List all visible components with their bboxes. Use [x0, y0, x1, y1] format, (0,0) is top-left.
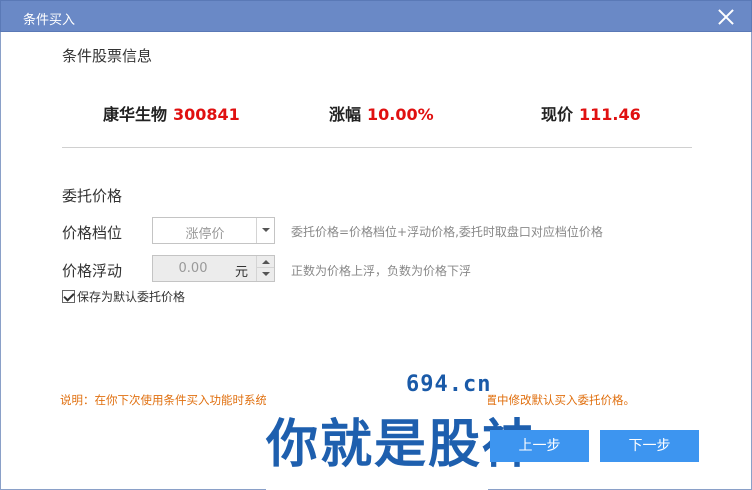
change-label: 涨幅 — [329, 105, 362, 124]
price-level-value: 涨停价 — [185, 227, 225, 242]
decrement-icon[interactable] — [257, 268, 274, 280]
order-price-heading: 委托价格 — [62, 187, 123, 205]
window-title: 条件买入 — [23, 13, 76, 28]
dropdown-button[interactable] — [256, 218, 274, 243]
price-value: 111.46 — [579, 105, 641, 124]
stock-change: 涨幅 10.00% — [329, 101, 434, 125]
change-value: 10.00% — [367, 105, 434, 124]
price-label: 现价 — [541, 105, 574, 124]
price-float-unit: 元 — [235, 265, 249, 280]
close-icon[interactable] — [715, 6, 737, 28]
stepper-buttons — [256, 256, 274, 281]
price-level-select[interactable]: 涨停价 — [152, 217, 275, 244]
title-bar: 条件买入 — [0, 0, 752, 32]
stock-price: 现价 111.46 — [541, 101, 641, 125]
price-level-label: 价格档位 — [62, 224, 123, 242]
prev-step-button[interactable]: 上一步 — [490, 430, 589, 462]
price-float-label: 价格浮动 — [62, 262, 123, 280]
stock-name: 康华生物 — [103, 105, 168, 124]
save-default-label: 保存为默认委托价格 — [77, 290, 186, 304]
price-float-hint: 正数为价格上浮，负数为价格下浮 — [291, 264, 472, 278]
chevron-down-icon — [262, 228, 270, 232]
price-float-value[interactable]: 0.00 — [153, 261, 233, 276]
divider — [62, 147, 692, 148]
next-step-button[interactable]: 下一步 — [600, 430, 699, 462]
save-default-checkbox[interactable] — [62, 290, 75, 303]
price-level-hint: 委托价格=价格档位+浮动价格,委托时取盘口对应档位价格 — [291, 225, 603, 239]
stock-name-code: 康华生物 300841 — [103, 101, 240, 125]
watermark-site: 694.cn — [406, 372, 492, 397]
increment-icon[interactable] — [257, 256, 274, 268]
save-default-option[interactable]: 保存为默认委托价格 — [62, 288, 185, 305]
stock-info-heading: 条件股票信息 — [62, 47, 153, 65]
stock-code: 300841 — [173, 105, 240, 124]
price-float-stepper[interactable]: 0.00 元 — [152, 255, 275, 282]
